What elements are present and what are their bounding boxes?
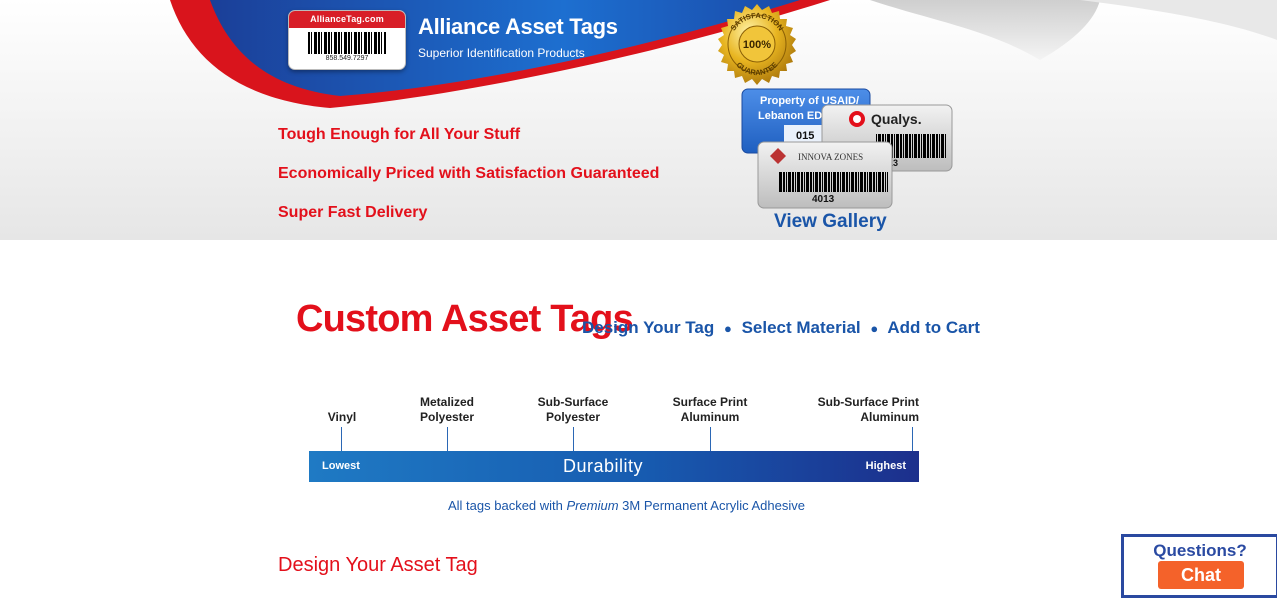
- header-swoosh: [170, 0, 1277, 108]
- step-navigation: Design Your Tag ● Select Material ● Add …: [582, 318, 980, 338]
- material-tick: [341, 427, 342, 451]
- gallery-tag3-num: 4013: [812, 194, 835, 205]
- material-tick: [573, 427, 574, 451]
- material-tick: [710, 427, 711, 451]
- alliance-logo[interactable]: AllianceTag.com 858.549.7297: [288, 10, 406, 70]
- step-separator: ●: [870, 321, 879, 336]
- durability-low-label: Lowest: [322, 460, 360, 472]
- brand-subtitle: Superior Identification Products: [418, 46, 585, 60]
- chat-widget[interactable]: Questions? Chat: [1121, 534, 1277, 598]
- step-cart-link[interactable]: Add to Cart: [887, 318, 980, 337]
- material-tick: [447, 427, 448, 451]
- satisfaction-seal-icon: SATISFACTION 100% GUARANTEE: [718, 4, 796, 85]
- view-gallery-link[interactable]: View Gallery: [774, 211, 887, 233]
- barcode-icon: [308, 32, 386, 54]
- step-design-link[interactable]: Design Your Tag: [582, 318, 714, 337]
- gallery-tag1-line2: Lebanon ED: [758, 110, 822, 122]
- material-metalized-polyester: Metalized Polyester: [419, 395, 475, 424]
- adhesive-note: All tags backed with Premium 3M Permanen…: [448, 498, 805, 513]
- durability-scale: Lowest Durability Highest: [309, 451, 919, 482]
- chat-question: Questions?: [1153, 541, 1247, 560]
- material-tick: [912, 427, 913, 451]
- tagline-delivery: Super Fast Delivery: [278, 204, 428, 221]
- chat-button[interactable]: Chat: [1158, 561, 1244, 589]
- gallery-tag1-num: 015: [796, 130, 814, 142]
- tagline-tough: Tough Enough for All Your Stuff: [278, 126, 521, 143]
- gallery-tags-image[interactable]: Property of USAID/ Lebanon ED 015 Qualys…: [738, 86, 958, 212]
- material-surface-print-aluminum: Surface Print Aluminum: [672, 395, 748, 424]
- seal-center-text: 100%: [743, 39, 771, 51]
- durability-label: Durability: [563, 456, 644, 476]
- material-subsurface-print-aluminum: Sub-Surface Print Aluminum: [817, 395, 919, 424]
- hero-banner: AllianceTag.com 858.549.7297 Alliance As…: [0, 0, 1277, 240]
- design-section-heading: Design Your Asset Tag: [278, 554, 478, 576]
- logo-phone: 858.549.7297: [325, 55, 369, 62]
- gallery-tag2-brand: Qualys.: [871, 111, 922, 127]
- gallery-tag3-brand: INNOVA ZONES: [798, 152, 863, 162]
- step-separator: ●: [723, 321, 732, 336]
- logo-label: AllianceTag.com: [289, 11, 405, 28]
- step-material-link[interactable]: Select Material: [742, 318, 861, 337]
- tagline-priced: Economically Priced with Satisfaction Gu…: [278, 165, 660, 182]
- material-subsurface-polyester: Sub-Surface Polyester: [537, 395, 609, 424]
- durability-high-label: Highest: [865, 460, 906, 472]
- brand-title: Alliance Asset Tags: [418, 14, 618, 39]
